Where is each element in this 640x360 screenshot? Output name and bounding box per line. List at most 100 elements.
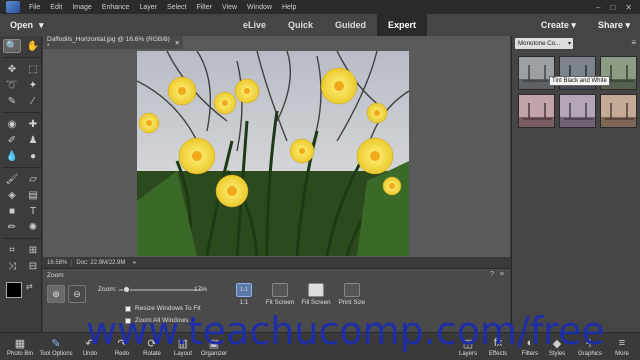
menu-layer[interactable]: Layer <box>134 4 162 11</box>
move-tool-icon[interactable]: ✥ <box>3 62 21 76</box>
red-eye-tool-icon[interactable]: ◉ <box>3 117 21 131</box>
zoom-out-button[interactable]: ⊖ <box>68 285 86 303</box>
create-button[interactable]: Create ▾ <box>541 20 576 31</box>
zoom-value: 17% <box>194 286 208 293</box>
straighten-tool-icon[interactable]: ⊟ <box>24 259 42 273</box>
zoom-label: Zoom: <box>98 286 117 293</box>
zoom-slider[interactable] <box>119 286 203 293</box>
clone-stamp-tool-icon[interactable]: ♟ <box>24 133 42 147</box>
zoom-out-icon: ⊖ <box>73 288 81 299</box>
help-icon[interactable]: ? <box>490 271 494 278</box>
zoom-in-button[interactable]: ⊕ <box>47 285 65 303</box>
type-tool-icon[interactable]: T <box>24 204 42 218</box>
zoom-in-icon: ⊕ <box>52 288 60 299</box>
menu-window[interactable]: Window <box>242 4 277 11</box>
status-bar: 16.58% Doc: 22.9M/22.9M ▸ <box>43 257 510 268</box>
toolbox: 🔍 ✋ ✥ ⬚ ➰ ✦ ✎ ⁄ ◉ ✚ ✐ ♟ 💧 ● 🖌 ▱ ◈ ▤ ■ T … <box>0 36 42 332</box>
tab-expert[interactable]: Expert <box>377 14 428 36</box>
fit-screen-button[interactable]: Fit Screen <box>265 283 295 306</box>
more-icon: ≡ <box>618 337 626 349</box>
tool-options-icons: ? ≡ <box>490 271 504 278</box>
zoom-slider-knob[interactable] <box>123 286 130 293</box>
paint-bucket-tool-icon[interactable]: ◈ <box>3 188 21 202</box>
foreground-color[interactable] <box>6 282 22 298</box>
magic-wand-tool-icon[interactable]: ✦ <box>24 78 42 92</box>
menu-view[interactable]: View <box>217 4 242 11</box>
bridge-thumbnail-image <box>519 95 554 127</box>
effect-thumb[interactable] <box>600 94 637 128</box>
effects-panel: Monotone Co... ▾ ≡ Tint Black and White <box>511 36 640 332</box>
quick-selection-tool-icon[interactable]: ✎ <box>3 94 21 108</box>
shape-tool-icon[interactable]: ■ <box>3 204 21 218</box>
actual-pixels-label: 1:1 <box>239 299 249 306</box>
menu-help[interactable]: Help <box>277 4 301 11</box>
mode-right-buttons: Create ▾ Share ▾ <box>541 14 630 36</box>
pencil-tool-icon[interactable]: ✏ <box>3 220 21 234</box>
app-logo-icon <box>6 1 20 13</box>
brush-tool-icon[interactable]: 🖌 <box>3 172 21 186</box>
print-size-button[interactable]: Print Size <box>337 283 367 306</box>
eraser-tool-icon[interactable]: ▱ <box>24 172 42 186</box>
image-canvas[interactable] <box>137 51 409 256</box>
menu-filter[interactable]: Filter <box>191 4 217 11</box>
tool-options-button[interactable]: ✎ Tool Options <box>38 335 74 358</box>
tool-options-label: Tool Options <box>39 351 73 357</box>
spot-healing-tool-icon[interactable]: ✚ <box>24 117 42 131</box>
mode-tabs: eLive Quick Guided Expert <box>232 14 428 36</box>
gradient-tool-icon[interactable]: ▤ <box>24 188 42 202</box>
effects-category-dropdown[interactable]: Monotone Co... ▾ <box>515 38 573 49</box>
menu-edit[interactable]: Edit <box>45 4 67 11</box>
fit-screen-icon <box>272 283 288 297</box>
menu-image[interactable]: Image <box>67 4 96 11</box>
more-button[interactable]: ≡ More <box>604 335 640 357</box>
chevron-down-icon: ▾ <box>571 19 576 30</box>
tab-quick[interactable]: Quick <box>277 14 324 36</box>
menu-file[interactable]: File <box>24 4 45 11</box>
blur-tool-icon[interactable]: 💧 <box>3 149 21 163</box>
document-area: Daffodils_Horizontal.jpg @ 16.6% (RGB/8)… <box>43 36 510 268</box>
maximize-icon[interactable]: □ <box>610 3 615 12</box>
status-zoom: 16.58% <box>43 259 73 266</box>
sponge-tool-icon[interactable]: ● <box>24 149 42 163</box>
chevron-down-icon: ▾ <box>567 41 571 47</box>
close-icon[interactable]: ✕ <box>625 3 632 12</box>
tab-elive[interactable]: eLive <box>232 14 277 36</box>
status-menu-arrow-icon[interactable]: ▸ <box>133 259 136 266</box>
minimize-icon[interactable]: – <box>596 3 600 12</box>
photo-bin-button[interactable]: ▦ Photo Bin <box>2 335 38 358</box>
effect-thumb[interactable] <box>518 94 555 128</box>
color-swatches[interactable]: ⇄ <box>6 282 36 312</box>
mode-bar: Open ▾ eLive Quick Guided Expert Create … <box>0 14 640 36</box>
panel-menu-icon[interactable]: ≡ <box>631 38 636 47</box>
fill-screen-button[interactable]: Fill Screen <box>301 283 331 306</box>
menu-enhance[interactable]: Enhance <box>97 4 135 11</box>
eyedropper-tool-icon[interactable]: ⁄ <box>24 94 42 108</box>
open-label: Open <box>10 20 34 30</box>
actual-pixels-button[interactable]: 1:1 1:1 <box>229 283 259 306</box>
zoom-tool-icon[interactable]: 🔍 <box>3 39 21 53</box>
hand-tool-icon[interactable]: ✋ <box>24 39 42 53</box>
document-title: Daffodils_Horizontal.jpg @ 16.6% (RGB/8)… <box>47 35 170 50</box>
menu-select[interactable]: Select <box>162 4 191 11</box>
daffodils-photo <box>137 51 409 256</box>
panel-menu-icon[interactable]: ≡ <box>500 271 504 278</box>
dropdown-value: Monotone Co... <box>518 40 561 47</box>
content-aware-move-tool-icon[interactable]: ⤨ <box>3 259 21 273</box>
crop-tool-icon[interactable]: ⌗ <box>3 243 21 257</box>
marquee-tool-icon[interactable]: ⬚ <box>24 62 42 76</box>
custom-shape-tool-icon[interactable]: ✺ <box>24 220 42 234</box>
effect-thumb[interactable] <box>559 94 596 128</box>
print-size-icon <box>344 283 360 297</box>
recompose-tool-icon[interactable]: ⊞ <box>24 243 42 257</box>
menu-bar: File Edit Image Enhance Layer Select Fil… <box>0 0 640 14</box>
share-button[interactable]: Share ▾ <box>598 20 630 31</box>
window-controls: – □ ✕ <box>596 3 640 12</box>
open-button[interactable]: Open ▾ <box>10 20 44 31</box>
lasso-tool-icon[interactable]: ➰ <box>3 78 21 92</box>
fill-screen-label: Fill Screen <box>301 299 331 306</box>
tab-guided[interactable]: Guided <box>324 14 377 36</box>
close-icon[interactable]: ✕ <box>175 39 183 47</box>
smart-brush-tool-icon[interactable]: ✐ <box>3 133 21 147</box>
swap-colors-icon[interactable]: ⇄ <box>26 282 33 291</box>
document-tab[interactable]: Daffodils_Horizontal.jpg @ 16.6% (RGB/8)… <box>43 35 183 50</box>
